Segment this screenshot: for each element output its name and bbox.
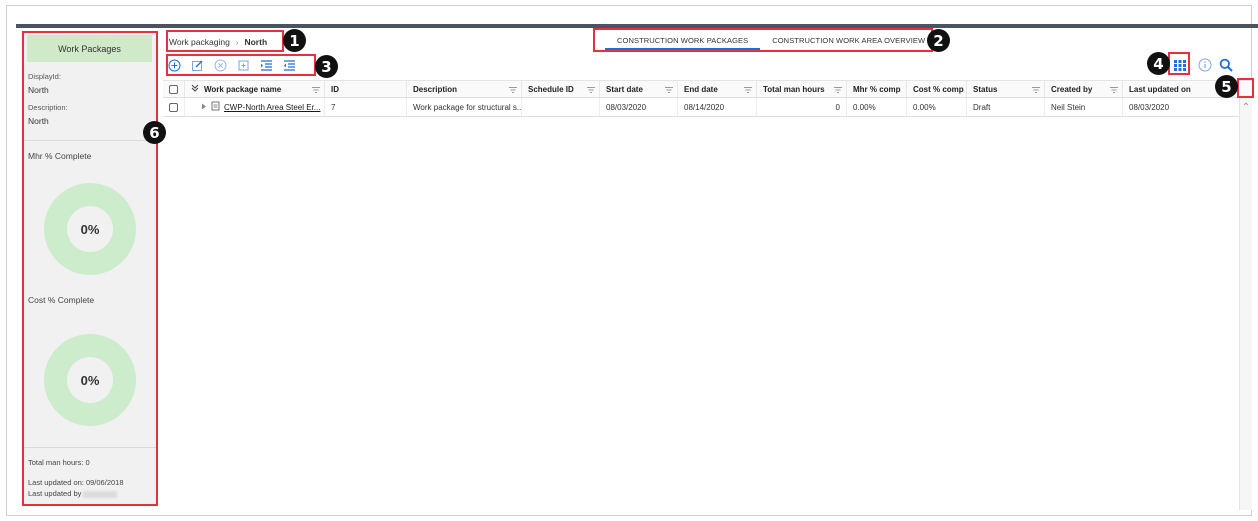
work-packages-grid: Work package name ID Description Schedul… (163, 80, 1252, 117)
filter-icon[interactable] (312, 86, 320, 95)
sidebar-title[interactable]: Work Packages (27, 35, 152, 62)
col-label: Mhr % comp (853, 84, 901, 94)
indent-icon[interactable] (259, 58, 273, 72)
filter-icon[interactable] (1110, 86, 1118, 95)
copy-icon[interactable] (236, 58, 250, 72)
col-label: Description (413, 84, 458, 94)
col-label: End date (684, 84, 718, 94)
col-id[interactable]: ID (325, 81, 407, 97)
row-select-cell (163, 98, 185, 116)
view-tabs: CONSTRUCTION WORK PACKAGES CONSTRUCTION … (605, 33, 937, 50)
info-icon[interactable] (1198, 58, 1212, 72)
cell-id: 7 (325, 98, 407, 116)
col-mhr-comp[interactable]: Mhr % comp (847, 81, 907, 97)
description-label: Description: (28, 103, 68, 112)
mhr-complete-donut: 0% (44, 183, 136, 275)
filter-icon[interactable] (665, 86, 673, 95)
last-updated-on: Last updated on: 09/06/2018 (28, 478, 124, 487)
tab-construction-work-packages[interactable]: CONSTRUCTION WORK PACKAGES (605, 33, 761, 50)
cost-complete-label: Cost % Complete (28, 295, 95, 305)
cell-last-updated-on: 08/03/2020 (1129, 102, 1170, 112)
display-id-label: DisplayId: (28, 72, 61, 81)
description-value: North (28, 116, 49, 126)
col-label: Schedule ID (528, 84, 574, 94)
cell-status: Draft (967, 98, 1045, 116)
cell-schedule-id (522, 98, 600, 116)
last-updated-by-label: Last updated by (28, 489, 82, 498)
add-icon[interactable] (167, 58, 181, 72)
column-chooser-icon[interactable] (1173, 58, 1187, 72)
col-label: Cost % comp (913, 84, 964, 94)
col-start-date[interactable]: Start date (600, 81, 678, 97)
expand-all-icon[interactable] (191, 84, 199, 94)
cell-description: Work package for structural s... (407, 98, 522, 116)
col-schedule-id[interactable]: Schedule ID (522, 81, 600, 97)
breadcrumb-current: North (244, 37, 268, 47)
col-label: Created by (1051, 84, 1093, 94)
callout-badge-5: 5 (1215, 75, 1238, 98)
callout-badge-3: 3 (315, 55, 338, 78)
display-id-value: North (28, 85, 49, 95)
grid-header: Work package name ID Description Schedul… (163, 80, 1252, 98)
cell-end-date: 08/14/2020 (678, 98, 757, 116)
col-end-date[interactable]: End date (678, 81, 757, 97)
row-checkbox[interactable] (169, 102, 178, 112)
expand-row-icon[interactable] (201, 103, 207, 112)
select-all-checkbox[interactable] (169, 84, 178, 94)
tab-construction-work-area-overview[interactable]: CONSTRUCTION WORK AREA OVERVIEW (760, 33, 937, 50)
callout-badge-1: 1 (283, 29, 306, 52)
callout-badge-4: 4 (1147, 52, 1170, 75)
filter-icon[interactable] (744, 86, 752, 95)
col-description[interactable]: Description (407, 81, 522, 97)
filter-icon[interactable] (834, 86, 842, 95)
redacted-user (83, 490, 118, 498)
callout-badge-2: 2 (927, 29, 950, 52)
col-created-by[interactable]: Created by (1045, 81, 1123, 97)
callout-badge-6: 6 (143, 121, 166, 144)
work-package-icon (211, 101, 220, 113)
col-label: Total man hours (763, 84, 825, 94)
filter-icon[interactable] (587, 86, 595, 95)
breadcrumb-root[interactable]: Work packaging (169, 37, 230, 47)
last-updated-by: Last updated by (28, 489, 118, 498)
cell-name: CWP-North Area Steel Er... (185, 98, 325, 116)
mhr-complete-value: 0% (67, 206, 113, 252)
cell-total-man-hours: 0 (757, 98, 847, 116)
cell-created-by: Neil Stein (1045, 98, 1123, 116)
cost-complete-donut: 0% (44, 334, 136, 426)
top-bar (16, 24, 1258, 28)
col-label: Work package name (204, 84, 282, 94)
cell-mhr-comp: 0.00% (847, 98, 907, 116)
breadcrumb-separator: › (235, 37, 239, 47)
breadcrumb: Work packaging › North (169, 34, 267, 50)
sidebar-divider (22, 140, 157, 141)
col-cost-comp[interactable]: Cost % comp (907, 81, 967, 97)
mhr-complete-label: Mhr % Complete (28, 151, 92, 161)
delete-icon[interactable] (213, 58, 227, 72)
cell-start-date: 08/03/2020 (600, 98, 678, 116)
search-icon[interactable] (1219, 58, 1233, 72)
vertical-scrollbar[interactable] (1239, 98, 1252, 510)
sidebar-panel: Work Packages DisplayId: North Descripti… (22, 31, 157, 505)
col-status[interactable]: Status (967, 81, 1045, 97)
cell-cost-comp: 0.00% (907, 98, 967, 116)
col-label: Last updated on (1129, 84, 1191, 94)
col-label: ID (331, 84, 339, 94)
sidebar-divider (22, 447, 157, 448)
outdent-icon[interactable] (282, 58, 296, 72)
col-label: Status (973, 84, 998, 94)
filter-icon[interactable] (1032, 86, 1040, 95)
edit-icon[interactable] (190, 58, 204, 72)
cost-complete-value: 0% (67, 357, 113, 403)
col-label: Start date (606, 84, 643, 94)
total-man-hours: Total man hours: 0 (28, 458, 90, 467)
col-total-man-hours[interactable]: Total man hours (757, 81, 847, 97)
col-work-package-name[interactable]: Work package name (185, 81, 325, 97)
work-package-link[interactable]: CWP-North Area Steel Er... (224, 103, 320, 112)
grid-toolbar (167, 58, 296, 72)
table-row[interactable]: CWP-North Area Steel Er... 7 Work packag… (163, 98, 1252, 117)
select-all-cell (163, 81, 185, 97)
filter-icon[interactable] (509, 86, 517, 95)
